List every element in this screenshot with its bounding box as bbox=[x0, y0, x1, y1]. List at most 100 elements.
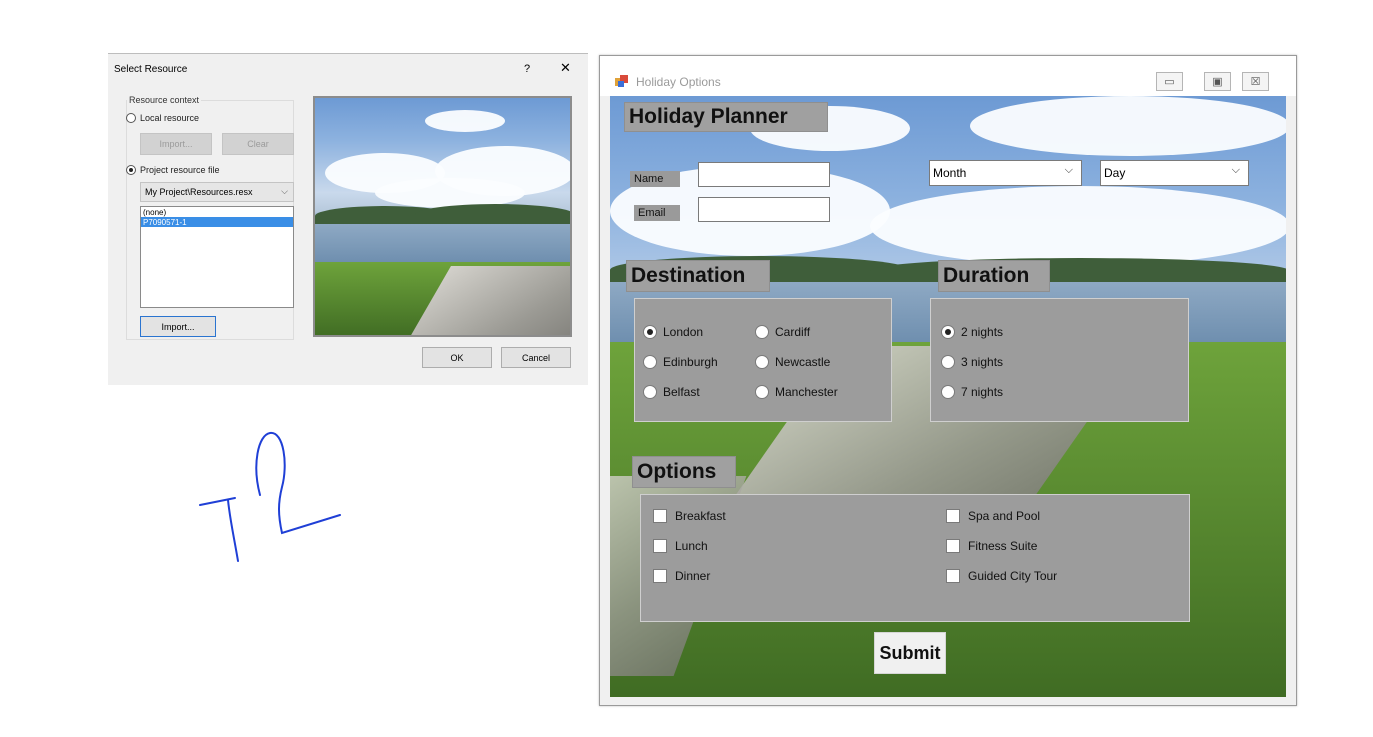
close-icon[interactable]: ✕ bbox=[560, 60, 571, 76]
option-label: Fitness Suite bbox=[968, 539, 1038, 553]
project-resource-radio[interactable]: Project resource file bbox=[126, 165, 220, 175]
destination-radio-edinburgh[interactable]: Edinburgh bbox=[643, 355, 718, 369]
hill bbox=[415, 204, 570, 226]
checkbox-icon bbox=[653, 539, 667, 553]
chevron-down-icon: ⌵ bbox=[1064, 164, 1073, 176]
destination-panel: London Cardiff Edinburgh Newcastle Belfa… bbox=[634, 298, 892, 422]
clear-button[interactable]: Clear bbox=[222, 133, 294, 155]
option-label: Lunch bbox=[675, 539, 708, 553]
duration-panel: 2 nights 3 nights 7 nights bbox=[930, 298, 1189, 422]
minimize-icon[interactable]: ▭ bbox=[1156, 72, 1183, 91]
duration-radio-2-nights[interactable]: 2 nights bbox=[941, 325, 1003, 339]
cancel-button[interactable]: Cancel bbox=[501, 347, 571, 368]
destination-label: Belfast bbox=[663, 385, 700, 399]
form-client-area: Holiday Planner Name Email Month ⌵ Day ⌵… bbox=[610, 96, 1286, 697]
day-select[interactable]: Day ⌵ bbox=[1100, 160, 1249, 186]
option-checkbox-fitness-suite[interactable]: Fitness Suite bbox=[946, 539, 1037, 553]
resource-listbox[interactable]: (none) P7090571-1 bbox=[140, 206, 294, 308]
checkbox-icon bbox=[946, 569, 960, 583]
destination-radio-newcastle[interactable]: Newcastle bbox=[755, 355, 830, 369]
destination-label: Edinburgh bbox=[663, 355, 718, 369]
radio-selected-icon bbox=[643, 325, 657, 339]
checkbox-icon bbox=[946, 509, 960, 523]
image-preview bbox=[313, 96, 572, 337]
window-title: Holiday Options bbox=[636, 75, 721, 89]
duration-heading: Duration bbox=[938, 260, 1050, 292]
option-checkbox-guided-city-tour[interactable]: Guided City Tour bbox=[946, 569, 1057, 583]
page-title: Holiday Planner bbox=[624, 102, 828, 132]
options-heading: Options bbox=[632, 456, 736, 488]
import-button[interactable]: Import... bbox=[140, 316, 216, 337]
handwritten-annotation bbox=[199, 432, 341, 562]
maximize-icon[interactable]: ▣ bbox=[1204, 72, 1231, 91]
submit-button[interactable]: Submit bbox=[874, 632, 946, 674]
destination-label: Manchester bbox=[775, 385, 838, 399]
options-panel: Breakfast Lunch Dinner Spa and Pool Fitn… bbox=[640, 494, 1190, 622]
landscape-photo bbox=[315, 98, 570, 335]
option-checkbox-lunch[interactable]: Lunch bbox=[653, 539, 708, 553]
month-select-value: Month bbox=[933, 166, 967, 180]
chevron-down-icon: ⌵ bbox=[1231, 164, 1240, 176]
dialog-title: Select Resource bbox=[114, 64, 188, 75]
duration-label: 2 nights bbox=[961, 325, 1004, 339]
radio-icon bbox=[755, 385, 769, 399]
option-label: Guided City Tour bbox=[968, 569, 1058, 583]
destination-radio-manchester[interactable]: Manchester bbox=[755, 385, 838, 399]
destination-heading: Destination bbox=[626, 260, 770, 292]
checkbox-icon bbox=[653, 569, 667, 583]
name-input[interactable] bbox=[698, 162, 830, 187]
destination-radio-belfast[interactable]: Belfast bbox=[643, 385, 700, 399]
local-resource-radio[interactable]: Local resource bbox=[126, 113, 199, 123]
select-resource-dialog: Select Resource ? ✕ Resource context Loc… bbox=[108, 53, 588, 385]
cloud bbox=[425, 110, 505, 132]
list-item[interactable]: (none) bbox=[141, 207, 293, 217]
radio-icon bbox=[643, 385, 657, 399]
radio-icon bbox=[755, 355, 769, 369]
destination-label: London bbox=[663, 325, 704, 339]
email-input[interactable] bbox=[698, 197, 830, 222]
resource-context-label: Resource context bbox=[127, 95, 202, 105]
radio-selected-icon bbox=[941, 325, 955, 339]
ok-button[interactable]: OK bbox=[422, 347, 492, 368]
chevron-down-icon: ⌵ bbox=[281, 186, 288, 196]
option-checkbox-dinner[interactable]: Dinner bbox=[653, 569, 710, 583]
duration-label: 3 nights bbox=[961, 355, 1004, 369]
hill bbox=[870, 258, 1286, 284]
option-checkbox-breakfast[interactable]: Breakfast bbox=[653, 509, 726, 523]
help-button[interactable]: ? bbox=[524, 63, 530, 75]
duration-label: 7 nights bbox=[961, 385, 1004, 399]
duration-radio-3-nights[interactable]: 3 nights bbox=[941, 355, 1003, 369]
cloud bbox=[870, 186, 1286, 266]
checkbox-icon bbox=[653, 509, 667, 523]
email-label: Email bbox=[634, 205, 680, 221]
radio-icon bbox=[941, 355, 955, 369]
project-resource-label: Project resource file bbox=[140, 165, 220, 175]
option-checkbox-spa-and-pool[interactable]: Spa and Pool bbox=[946, 509, 1040, 523]
local-resource-label: Local resource bbox=[140, 113, 200, 123]
checkbox-icon bbox=[946, 539, 960, 553]
cloud bbox=[970, 96, 1286, 156]
destination-radio-london[interactable]: London bbox=[643, 325, 703, 339]
name-label: Name bbox=[630, 171, 680, 187]
radio-icon bbox=[941, 385, 955, 399]
close-window-icon[interactable]: ☒ bbox=[1242, 72, 1269, 91]
duration-radio-7-nights[interactable]: 7 nights bbox=[941, 385, 1003, 399]
destination-radio-cardiff[interactable]: Cardiff bbox=[755, 325, 810, 339]
resource-file-select[interactable]: My Project\Resources.resx ⌵ bbox=[140, 182, 294, 202]
radio-icon bbox=[126, 113, 136, 123]
import-disabled-button[interactable]: Import... bbox=[140, 133, 212, 155]
holiday-options-window: Holiday Options ▭ ▣ ☒ Holiday Planner Na… bbox=[599, 55, 1297, 706]
destination-label: Cardiff bbox=[775, 325, 811, 339]
destination-label: Newcastle bbox=[775, 355, 831, 369]
title-bar: Holiday Options ▭ ▣ ☒ bbox=[600, 56, 1296, 96]
day-select-value: Day bbox=[1104, 166, 1126, 180]
radio-icon bbox=[755, 325, 769, 339]
month-select[interactable]: Month ⌵ bbox=[929, 160, 1082, 186]
option-label: Dinner bbox=[675, 569, 711, 583]
lake bbox=[315, 224, 570, 262]
radio-selected-icon bbox=[126, 165, 136, 175]
radio-icon bbox=[643, 355, 657, 369]
option-label: Spa and Pool bbox=[968, 509, 1041, 523]
list-item-selected[interactable]: P7090571-1 bbox=[141, 217, 293, 227]
option-label: Breakfast bbox=[675, 509, 726, 523]
